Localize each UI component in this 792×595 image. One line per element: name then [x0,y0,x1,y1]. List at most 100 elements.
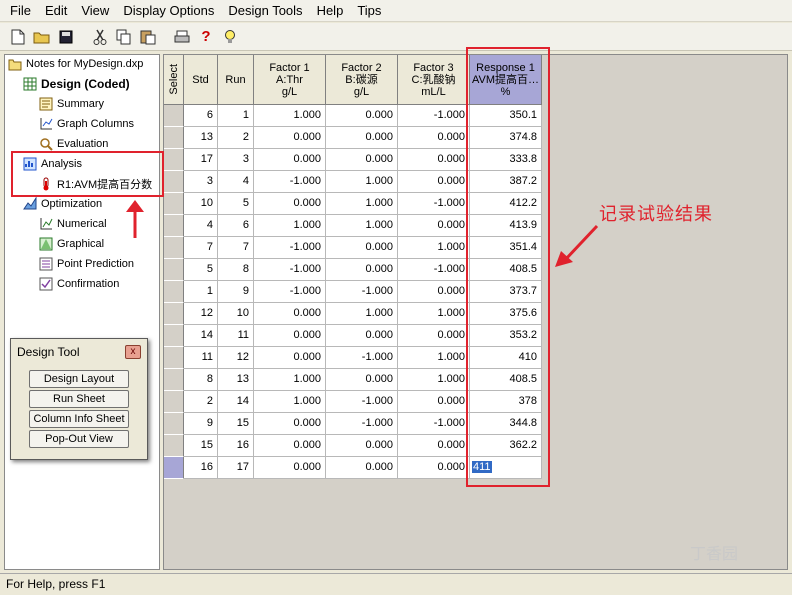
factor2-cell[interactable]: 0.000 [326,237,398,259]
run-cell[interactable]: 2 [218,127,254,149]
factor3-cell[interactable]: 0.000 [398,215,470,237]
factor1-cell[interactable]: 0.000 [254,457,326,479]
row-select-cell[interactable] [164,347,184,369]
factor1-cell[interactable]: 0.000 [254,149,326,171]
row-select-cell[interactable] [164,171,184,193]
close-icon[interactable]: x [125,345,141,359]
run-cell[interactable]: 15 [218,413,254,435]
factor2-cell[interactable]: 1.000 [326,193,398,215]
row-select-cell[interactable] [164,215,184,237]
column-info-sheet-button[interactable]: Column Info Sheet [29,410,129,428]
factor1-cell[interactable]: 0.000 [254,413,326,435]
factor1-cell[interactable]: 0.000 [254,435,326,457]
factor2-cell[interactable]: -1.000 [326,413,398,435]
factor1-cell[interactable]: -1.000 [254,237,326,259]
factor1-cell[interactable]: 0.000 [254,303,326,325]
run-cell[interactable]: 11 [218,325,254,347]
std-cell[interactable]: 6 [184,105,218,127]
factor3-cell[interactable]: -1.000 [398,193,470,215]
factor1-column-header[interactable]: Factor 1 A:Thr g/L [254,55,326,105]
std-cell[interactable]: 15 [184,435,218,457]
open-folder-icon[interactable] [32,27,52,47]
std-cell[interactable]: 14 [184,325,218,347]
help-icon[interactable]: ? [196,27,216,47]
run-cell[interactable]: 17 [218,457,254,479]
std-cell[interactable]: 2 [184,391,218,413]
std-cell[interactable]: 13 [184,127,218,149]
run-cell[interactable]: 3 [218,149,254,171]
row-select-cell[interactable] [164,391,184,413]
factor2-cell[interactable]: 0.000 [326,369,398,391]
factor2-cell[interactable]: 0.000 [326,149,398,171]
row-select-cell[interactable] [164,259,184,281]
run-cell[interactable]: 4 [218,171,254,193]
menu-view[interactable]: View [75,0,117,22]
pop-out-view-button[interactable]: Pop-Out View [29,430,129,448]
factor2-cell[interactable]: 1.000 [326,215,398,237]
tree-item-graph-columns[interactable]: Graph Columns [39,115,134,133]
row-select-cell[interactable] [164,325,184,347]
cut-icon[interactable] [90,27,110,47]
tree-item-summary[interactable]: Summary [39,95,104,113]
run-cell[interactable]: 7 [218,237,254,259]
std-cell[interactable]: 8 [184,369,218,391]
factor3-column-header[interactable]: Factor 3 C:乳酸钠 mL/L [398,55,470,105]
run-cell[interactable]: 13 [218,369,254,391]
std-cell[interactable]: 5 [184,259,218,281]
std-column-header[interactable]: Std [184,55,218,105]
factor1-cell[interactable]: -1.000 [254,171,326,193]
save-icon[interactable] [56,27,76,47]
std-cell[interactable]: 17 [184,149,218,171]
row-select-cell[interactable] [164,193,184,215]
new-file-icon[interactable] [8,27,28,47]
factor2-cell[interactable]: 0.000 [326,325,398,347]
factor2-cell[interactable]: 0.000 [326,259,398,281]
run-cell[interactable]: 10 [218,303,254,325]
factor3-cell[interactable]: -1.000 [398,413,470,435]
row-select-cell[interactable] [164,149,184,171]
run-cell[interactable]: 12 [218,347,254,369]
std-cell[interactable]: 7 [184,237,218,259]
factor3-cell[interactable]: 0.000 [398,457,470,479]
factor2-cell[interactable]: -1.000 [326,281,398,303]
tip-lightbulb-icon[interactable] [220,27,240,47]
row-select-cell[interactable] [164,435,184,457]
std-cell[interactable]: 16 [184,457,218,479]
factor3-cell[interactable]: 0.000 [398,281,470,303]
run-cell[interactable]: 5 [218,193,254,215]
run-cell[interactable]: 16 [218,435,254,457]
run-cell[interactable]: 6 [218,215,254,237]
factor2-cell[interactable]: 0.000 [326,435,398,457]
run-column-header[interactable]: Run [218,55,254,105]
factor2-cell[interactable]: 0.000 [326,457,398,479]
menu-file[interactable]: File [4,0,39,22]
factor1-cell[interactable]: -1.000 [254,281,326,303]
factor1-cell[interactable]: 1.000 [254,215,326,237]
run-cell[interactable]: 14 [218,391,254,413]
tree-item-design[interactable]: Design (Coded) [23,75,130,93]
tree-item-optimization[interactable]: Optimization [23,195,102,213]
factor1-cell[interactable]: 0.000 [254,347,326,369]
factor3-cell[interactable]: 0.000 [398,435,470,457]
factor1-cell[interactable]: 1.000 [254,391,326,413]
std-cell[interactable]: 9 [184,413,218,435]
factor2-cell[interactable]: -1.000 [326,347,398,369]
std-cell[interactable]: 4 [184,215,218,237]
factor1-cell[interactable]: 0.000 [254,127,326,149]
factor2-cell[interactable]: -1.000 [326,391,398,413]
std-cell[interactable]: 1 [184,281,218,303]
factor2-cell[interactable]: 1.000 [326,171,398,193]
row-select-cell[interactable] [164,105,184,127]
row-select-cell[interactable] [164,303,184,325]
copy-icon[interactable] [114,27,134,47]
factor3-cell[interactable]: 0.000 [398,391,470,413]
factor1-cell[interactable]: 1.000 [254,105,326,127]
tree-item-numerical[interactable]: Numerical [39,215,107,233]
tree-item-point-prediction[interactable]: Point Prediction [39,255,134,273]
factor3-cell[interactable]: 0.000 [398,325,470,347]
factor3-cell[interactable]: -1.000 [398,259,470,281]
std-cell[interactable]: 3 [184,171,218,193]
factor3-cell[interactable]: 1.000 [398,369,470,391]
menu-design-tools[interactable]: Design Tools [222,0,310,22]
row-select-cell[interactable] [164,457,184,479]
